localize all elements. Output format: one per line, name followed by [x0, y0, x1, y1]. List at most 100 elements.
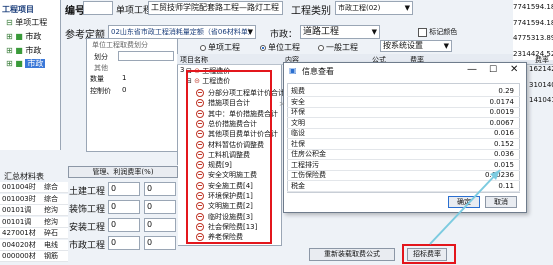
chevron-down-icon: ▼: [443, 42, 449, 50]
row-code: 004020材: [2, 240, 36, 249]
fee-tree-root-expanded[interactable]: ⊟ ⊝ 工程造价: [186, 76, 230, 86]
fee-item[interactable]: 养老保险费: [196, 232, 243, 242]
qty-value[interactable]: 1: [122, 74, 126, 82]
dialog-row[interactable]: 安全 0.0174: [287, 97, 520, 108]
folder-icon: ■: [15, 46, 23, 55]
dialog-row-value: 0.016: [493, 129, 514, 137]
fee-item-label: 工料机调整费: [208, 150, 250, 159]
fee-item[interactable]: 其中：单价措施费合计: [196, 109, 278, 119]
settings-select[interactable]: 按系统设置 ▼: [380, 40, 452, 52]
row-code: 001003时: [2, 194, 36, 203]
fee-tree-root[interactable]: ⊟ ⊝ 工程造价: [186, 66, 230, 76]
tree-item-single-project[interactable]: ⊟ 单项工程: [6, 17, 47, 28]
row-code: 00101调: [2, 206, 32, 214]
material-summary-tab[interactable]: 汇总材料表: [4, 171, 44, 182]
fee-icon: [196, 89, 204, 97]
table-row[interactable]: 001003时 综合: [0, 193, 68, 205]
fee-icon: [196, 192, 204, 200]
mgmt-rate-input[interactable]: 0: [144, 218, 176, 232]
mgmt-rate-input[interactable]: 0: [144, 182, 176, 196]
mgmt-rate-input[interactable]: 0: [108, 200, 140, 214]
fee-icon: [196, 140, 204, 149]
fee-icon: [196, 233, 204, 242]
mgmt-rate-input[interactable]: 0: [108, 182, 140, 196]
fee-item[interactable]: 文明施工费[2]: [196, 201, 253, 211]
fee-item[interactable]: 环境保护费[1]: [196, 191, 253, 201]
row-name: 挖沟: [44, 206, 58, 214]
fee-item[interactable]: 安全施工费[4]: [196, 181, 253, 191]
col-item-name: 项目名称: [180, 56, 208, 64]
fee-item[interactable]: 分部分项工程单计价合计: [196, 88, 285, 98]
mode-unit-project[interactable]: 单位工程: [260, 42, 300, 53]
fee-item[interactable]: 临时设施费[3]: [196, 212, 253, 222]
table-row[interactable]: 004020材 电线: [0, 239, 68, 251]
table-row[interactable]: 00101调 挖沟: [0, 216, 68, 228]
dialog-row-value: 0.036: [493, 150, 514, 158]
single-project-input[interactable]: 工贸技师学院配套路工程—路灯工程: [148, 1, 283, 15]
fee-item[interactable]: 其他项目费单计价合计: [196, 129, 278, 139]
mode-general-project[interactable]: 一般工程: [318, 42, 358, 53]
mgmt-rate-input[interactable]: 0: [108, 218, 140, 232]
minimize-icon[interactable]: —: [467, 64, 477, 75]
dialog-row[interactable]: 临设 0.016: [287, 128, 520, 139]
qty-label: 数量: [90, 75, 104, 83]
tree-item-municipal-selected[interactable]: ⊞ ■ 市政: [6, 58, 46, 69]
municipal-select[interactable]: 道路工程 ▼: [300, 25, 380, 39]
fee-item[interactable]: 工料机调整费: [196, 150, 250, 160]
right-amount: 7741594.18: [513, 18, 553, 27]
right-amount: 3101404: [529, 80, 553, 89]
right-amount: 7741594.18: [513, 3, 553, 11]
reference-select[interactable]: 02山东省市政工程消耗量定额（省06材料单） ▼: [108, 25, 256, 39]
fee-item-label: 材料暂估价调整费: [208, 140, 264, 149]
table-row[interactable]: 001004时 综合: [0, 182, 68, 193]
fee-item-label: 其中：单价措施费合计: [208, 109, 278, 118]
tree-item-municipal-2[interactable]: ⊞ ■ 市政: [6, 45, 41, 56]
fee-item[interactable]: 规费[9]: [196, 160, 232, 170]
mark-color-checkbox[interactable]: 标记颜色: [418, 27, 457, 37]
table-row[interactable]: 000000材 钢筋: [0, 251, 68, 262]
close-icon[interactable]: ✕: [510, 64, 518, 75]
fee-icon: [196, 202, 204, 211]
reload-formula-button[interactable]: 重新装载取费公式: [309, 248, 395, 261]
dialog-title: 信息查看: [302, 67, 334, 76]
table-row[interactable]: 427001材 碎石: [0, 228, 68, 239]
tree-item-municipal-1[interactable]: ⊞ ■ 市政: [6, 31, 41, 42]
fee-item[interactable]: 总价措施费合计: [196, 119, 257, 129]
fee-item[interactable]: 社会保险费[13]: [196, 222, 257, 232]
dialog-row[interactable]: 社保 0.152: [287, 139, 520, 150]
mgmt-rate-input[interactable]: 0: [144, 236, 176, 250]
fee-item[interactable]: 安全文明施工费: [196, 170, 257, 180]
dialog-row[interactable]: 住房公积金 0.036: [287, 149, 520, 160]
mgmt-row-label: 安装工程: [69, 223, 106, 233]
row-name: 挖沟: [44, 217, 58, 226]
table-row[interactable]: 00101调 挖沟: [0, 205, 68, 216]
fee-item[interactable]: 材料暂估价调整费: [196, 140, 264, 150]
fee-icon: [196, 222, 204, 231]
dialog-row-name: 工程排污: [291, 160, 319, 169]
code-input[interactable]: [83, 1, 113, 15]
fee-item-label: 其他项目费单计价合计: [208, 130, 278, 139]
chevron-down-icon: ▼: [404, 4, 410, 12]
single-project-label: 单项工程: [116, 6, 153, 16]
dialog-row-name: 文明: [291, 118, 305, 127]
app-icon: ▣: [289, 66, 297, 75]
row-name: 综合: [44, 194, 58, 203]
right-amount: 1621424.07: [529, 65, 553, 73]
dialog-row[interactable]: 环保 0.0019: [287, 107, 520, 118]
municipal-label: 市政：: [270, 30, 298, 40]
dialog-row[interactable]: 文明 0.0067: [287, 118, 520, 129]
dialog-grid-arrow: >: [279, 100, 285, 108]
fee-item-label: 养老保险费: [208, 233, 243, 242]
project-type-select[interactable]: 市政工程(02) ▼: [335, 1, 413, 15]
dialog-row-name: 社保: [291, 139, 305, 148]
maximize-icon[interactable]: ☐: [489, 65, 497, 75]
fee-item[interactable]: 措施项目合计: [196, 98, 250, 108]
divide-select[interactable]: [118, 51, 174, 61]
fee-item-label: 环境保护费[1]: [208, 192, 253, 200]
mgmt-rate-input[interactable]: 0: [108, 236, 140, 250]
mgmt-rate-input[interactable]: 0: [144, 200, 176, 214]
dialog-row[interactable]: 规费 0.29: [287, 86, 520, 97]
control-price-value[interactable]: 0: [122, 86, 126, 94]
mode-single-project[interactable]: 单项工程: [200, 42, 240, 53]
fee-icon: [196, 212, 204, 221]
